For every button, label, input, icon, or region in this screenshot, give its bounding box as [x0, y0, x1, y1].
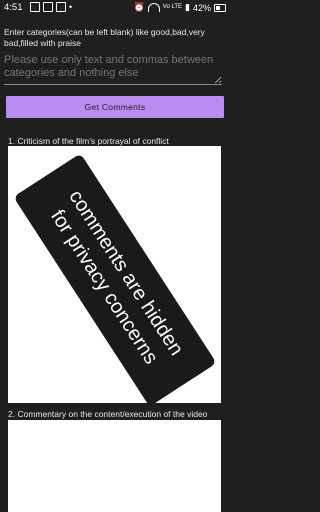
- signal-icon: ▮: [185, 2, 190, 12]
- section-1-title: 1. Criticism of the film's portrayal of …: [8, 136, 169, 146]
- comment-panel-2: [8, 420, 221, 512]
- alarm-icon: ⏰: [133, 2, 145, 12]
- system-icons: ⏰ Vo LTE ▮ 42%: [134, 2, 226, 13]
- battery-percentage: 42%: [192, 2, 211, 13]
- dot-icon: •: [69, 2, 73, 12]
- network-label: Vo LTE: [162, 4, 183, 10]
- mail-icon: [43, 2, 53, 12]
- categories-input[interactable]: [4, 54, 222, 85]
- battery-icon: [214, 3, 226, 12]
- status-time: 4:51: [4, 2, 23, 13]
- section-2-title: 2. Commentary on the content/execution o…: [8, 409, 208, 419]
- instagram-icon: [56, 2, 66, 12]
- get-comments-button[interactable]: Get Comments: [6, 96, 224, 118]
- notification-icons: •: [30, 2, 72, 12]
- wifi-icon: [147, 3, 160, 12]
- status-bar: 4:51 • ⏰ Vo LTE ▮ 42%: [0, 0, 230, 16]
- categories-label: Enter categories(can be left blank) like…: [4, 27, 205, 48]
- message-icon: [30, 2, 40, 12]
